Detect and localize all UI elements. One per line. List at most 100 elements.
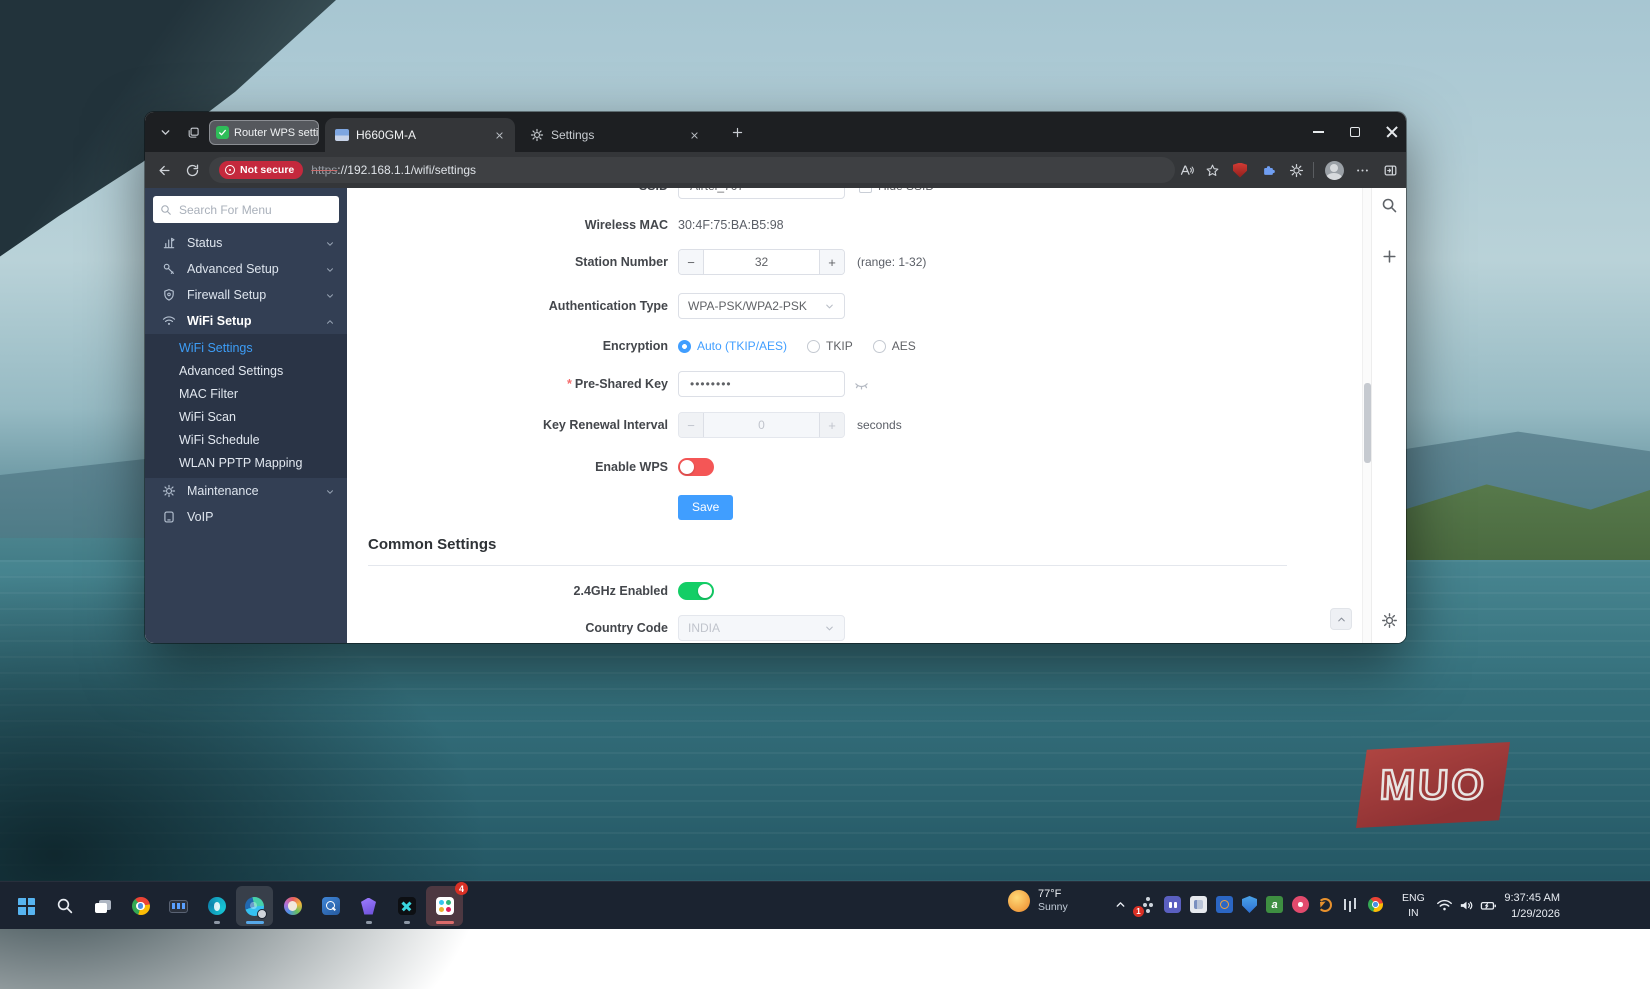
hide-ssid-label: Hide SSID xyxy=(878,188,934,193)
sidebar-item-mac-filter[interactable]: MAC Filter xyxy=(145,383,347,406)
volume-mixer-icon[interactable] xyxy=(1341,896,1358,913)
slack-button-active[interactable]: 4 xyxy=(426,886,463,926)
scrollbar-thumb[interactable] xyxy=(1364,383,1371,463)
speaker-icon[interactable] xyxy=(1458,897,1476,915)
stepper-minus-button[interactable]: − xyxy=(679,250,704,274)
hide-ssid-checkbox[interactable]: Hide SSID xyxy=(859,188,934,199)
window-maximize-button[interactable] xyxy=(1336,112,1374,152)
ublock-extension-icon[interactable] xyxy=(1227,158,1253,182)
common-settings-header-row: Common Settings xyxy=(347,532,1362,558)
tab-h660gm-a[interactable]: H660GM-A xyxy=(325,118,515,152)
tab-search-chevron-icon[interactable] xyxy=(153,120,177,144)
address-bar[interactable]: Not secure https://192.168.1.1/wifi/sett… xyxy=(209,157,1175,183)
extensions-puzzle-icon[interactable] xyxy=(1255,158,1281,182)
weather-widget[interactable]: 77°F Sunny xyxy=(1008,888,1068,914)
phone-link-button[interactable] xyxy=(198,886,235,926)
sidebar-item-wlan-pptp-mapping[interactable]: WLAN PPTP Mapping xyxy=(145,452,347,475)
encryption-row: Encryption Auto (TKIP/AES) TKIP AES xyxy=(347,333,1362,359)
tab-close-icon[interactable] xyxy=(686,127,702,143)
tray-id-card-icon[interactable] xyxy=(1190,896,1207,913)
tray-badge: 1 xyxy=(1133,906,1144,917)
paint-button[interactable] xyxy=(274,886,311,926)
search-icon xyxy=(56,897,74,915)
sidebar-item-wifi-setup[interactable]: WiFi Setup xyxy=(145,308,347,334)
workspaces-icon[interactable] xyxy=(181,120,205,144)
tray-chrome-icon[interactable] xyxy=(1367,896,1384,913)
dark-app-button[interactable] xyxy=(388,886,425,926)
sidebar-item-wifi-schedule[interactable]: WiFi Schedule xyxy=(145,429,347,452)
keyboard-app-button[interactable] xyxy=(160,886,197,926)
taskbar-search-button[interactable] xyxy=(46,886,83,926)
authentication-type-label: Authentication Type xyxy=(549,293,668,319)
chevron-down-icon xyxy=(325,486,335,496)
tray-search-window-icon[interactable] xyxy=(1216,896,1233,913)
window-minimize-button[interactable] xyxy=(1299,112,1337,152)
photo-viewer-button[interactable] xyxy=(312,886,349,926)
profile-avatar[interactable] xyxy=(1321,158,1347,182)
back-icon[interactable] xyxy=(151,158,177,182)
stepper-plus-button[interactable]: + xyxy=(819,250,844,274)
sidebar-settings-gear-icon[interactable] xyxy=(1381,612,1398,629)
sidebar-add-icon[interactable] xyxy=(1381,248,1398,265)
tray-a-app-icon[interactable]: a xyxy=(1266,896,1283,913)
refresh-icon[interactable] xyxy=(179,158,205,182)
tray-flower-app-icon[interactable] xyxy=(1292,896,1309,913)
start-button[interactable] xyxy=(8,886,45,926)
new-tab-icon[interactable] xyxy=(725,120,749,144)
authentication-type-select[interactable]: WPA-PSK/WPA2-PSK xyxy=(678,293,845,319)
sidebar-item-advanced-settings[interactable]: Advanced Settings xyxy=(145,360,347,383)
tray-dots-app-icon[interactable]: 1 xyxy=(1138,896,1155,913)
hidden-icons-chevron[interactable] xyxy=(1112,896,1129,913)
radio-dot[interactable] xyxy=(873,340,886,353)
enable-wps-toggle-off[interactable] xyxy=(678,458,714,476)
sidebar-panel-icon[interactable] xyxy=(1377,158,1403,182)
sidebar-item-wifi-settings[interactable]: WiFi Settings xyxy=(145,337,347,360)
not-secure-badge[interactable]: Not secure xyxy=(219,161,303,179)
save-button[interactable]: Save xyxy=(678,495,733,520)
radio-aes[interactable]: AES xyxy=(873,339,916,353)
read-aloud-icon[interactable] xyxy=(1173,158,1199,182)
station-number-value[interactable]: 32 xyxy=(704,255,819,269)
key-icon xyxy=(162,262,176,276)
sidebar-search-box[interactable] xyxy=(153,196,339,223)
sidebar-item-advanced-setup[interactable]: Advanced Setup xyxy=(145,256,347,282)
sidebar-search-icon[interactable] xyxy=(1381,197,1398,214)
browser-essentials-icon[interactable] xyxy=(1283,158,1309,182)
radio-dot[interactable] xyxy=(678,340,691,353)
wifi-status-icon[interactable] xyxy=(1436,897,1454,915)
task-view-button[interactable] xyxy=(84,886,121,926)
tray-quote-app-icon[interactable] xyxy=(1164,896,1181,913)
radio-auto-tkip-aes[interactable]: Auto (TKIP/AES) xyxy=(678,339,787,353)
sidebar-search-input[interactable] xyxy=(177,202,332,218)
chrome-button[interactable] xyxy=(122,886,159,926)
tab-settings[interactable]: Settings xyxy=(520,118,710,152)
window-close-button[interactable] xyxy=(1373,112,1406,152)
windows-security-shield-icon[interactable] xyxy=(1242,896,1257,913)
edge-button-active[interactable] xyxy=(236,886,273,926)
sidebar-item-firewall-setup[interactable]: Firewall Setup xyxy=(145,282,347,308)
page-scrollbar[interactable] xyxy=(1362,188,1371,643)
edge-sidebar-rail xyxy=(1371,188,1406,643)
radio-tkip[interactable]: TKIP xyxy=(807,339,853,353)
sidebar-item-wifi-scan[interactable]: WiFi Scan xyxy=(145,406,347,429)
favorite-star-icon[interactable] xyxy=(1199,158,1225,182)
tray-sync-icon[interactable] xyxy=(1318,898,1332,912)
show-password-eye-icon[interactable] xyxy=(853,377,870,392)
pre-shared-key-input[interactable] xyxy=(688,376,835,392)
country-code-label: Country Code xyxy=(585,615,668,641)
sidebar-item-voip[interactable]: VoIP xyxy=(145,504,347,530)
more-menu-icon[interactable] xyxy=(1349,158,1375,182)
tab-router-wps-setting[interactable]: Router WPS setting xyxy=(209,120,319,145)
language-indicator[interactable]: ENG IN xyxy=(1402,891,1425,921)
clock-widget[interactable]: 9:37:45 AM 1/29/2026 xyxy=(1488,890,1560,922)
enable-wps-row: Enable WPS xyxy=(347,454,1362,480)
scroll-to-top-button[interactable] xyxy=(1330,608,1352,630)
checkbox-box[interactable] xyxy=(859,188,872,193)
radio-dot[interactable] xyxy=(807,340,820,353)
band-enabled-toggle-on[interactable] xyxy=(678,582,714,600)
sidebar-item-maintenance[interactable]: Maintenance xyxy=(145,478,347,504)
obsidian-button[interactable] xyxy=(350,886,387,926)
tab-close-icon[interactable] xyxy=(491,127,507,143)
ssid-input[interactable] xyxy=(688,188,835,194)
sidebar-item-status[interactable]: Status xyxy=(145,230,347,256)
